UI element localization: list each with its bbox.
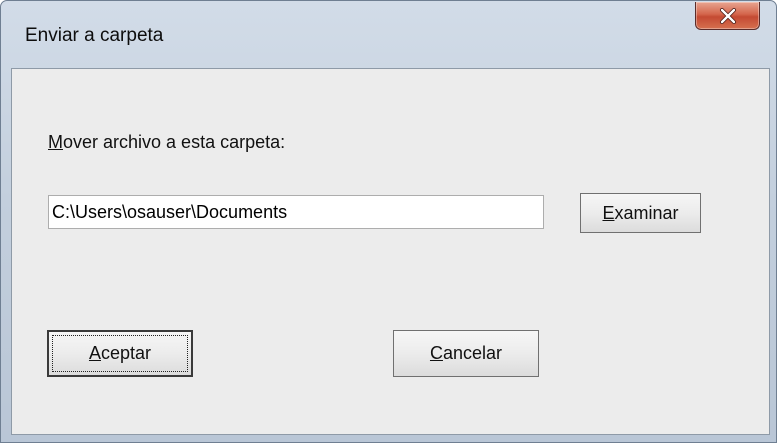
prompt-accelerator: M	[48, 132, 63, 152]
prompt-text: over archivo a esta carpeta:	[63, 132, 286, 152]
accept-button[interactable]: Aceptar	[47, 330, 193, 377]
folder-path-input[interactable]	[48, 195, 544, 229]
folder-prompt-label: Mover archivo a esta carpeta:	[48, 132, 285, 153]
cancel-button[interactable]: Cancelar	[393, 330, 539, 377]
browse-button[interactable]: Examinar	[580, 193, 701, 233]
cancel-accelerator: C	[429, 343, 443, 363]
browse-label: xaminar	[614, 202, 679, 223]
close-icon	[719, 7, 736, 24]
cancel-label: ancelar	[442, 343, 503, 363]
dialog-window: Enviar a carpeta Mover archivo a esta ca…	[0, 0, 777, 443]
browse-accelerator: E	[602, 202, 615, 223]
title-bar[interactable]: Enviar a carpeta	[1, 1, 776, 46]
window-title: Enviar a carpeta	[25, 25, 164, 46]
close-button[interactable]	[695, 2, 760, 30]
dialog-body: Mover archivo a esta carpeta: Examinar A…	[11, 68, 770, 435]
accept-label: ceptar	[100, 343, 152, 363]
accept-accelerator: A	[88, 343, 101, 363]
